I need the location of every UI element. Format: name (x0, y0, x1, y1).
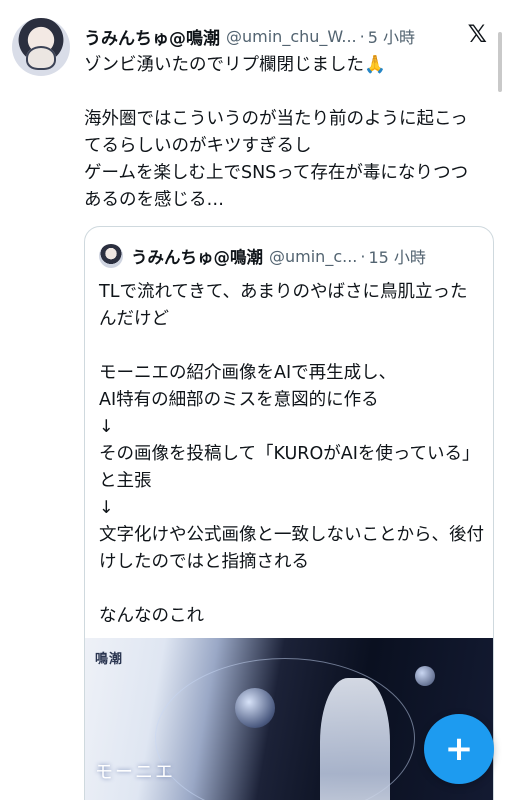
tweet: うみんちゅ@鳴潮 @umin_chu_W... · 5 小時 𝕏 ゾンビ湧いたの… (0, 0, 505, 800)
avatar[interactable] (12, 18, 70, 76)
image-brand-logo: 鳴潮 (95, 652, 124, 667)
quoted-tweet-header: うみんちゅ@鳴潮 @umin_c... · 15 小時 (99, 243, 483, 269)
quoted-display-name: うみんちゅ@鳴潮 (131, 248, 263, 267)
quoted-media-image[interactable]: 鳴潮 モーニエ (85, 638, 493, 800)
quoted-tweet-text: TLで流れてきて、あまりのやばさに鳥肌立ったんだけど モーニエの紹介画像をAIで… (99, 282, 484, 626)
tweet-text: ゾンビ湧いたのでリプ欄閉じました🙏 海外圏ではこういうのが当たり前のように起こっ… (84, 55, 469, 210)
quoted-timestamp: 15 小時 (368, 248, 426, 267)
image-character (320, 678, 390, 800)
plus-icon: + (444, 729, 474, 769)
separator-dot: · (359, 26, 365, 46)
quoted-user-handle: @umin_c... (269, 246, 358, 266)
quoted-tweet[interactable]: うみんちゅ@鳴潮 @umin_c... · 15 小時 TLで流れてきて、あまり… (84, 226, 494, 800)
tweet-header: うみんちゅ@鳴潮 @umin_chu_W... · 5 小時 (84, 22, 487, 50)
display-name[interactable]: うみんちゅ@鳴潮 (84, 24, 220, 49)
scrollbar[interactable] (498, 32, 502, 92)
user-handle[interactable]: @umin_chu_W... (226, 27, 357, 46)
x-logo-icon: 𝕏 (467, 20, 487, 48)
quoted-separator-dot: · (360, 246, 366, 266)
image-planet (235, 688, 275, 728)
image-planet-small (415, 666, 435, 686)
timestamp[interactable]: 5 小時 (368, 24, 415, 48)
quoted-avatar (99, 244, 123, 268)
compose-button[interactable]: + (424, 714, 494, 784)
image-character-title: モーニエ (95, 762, 175, 783)
